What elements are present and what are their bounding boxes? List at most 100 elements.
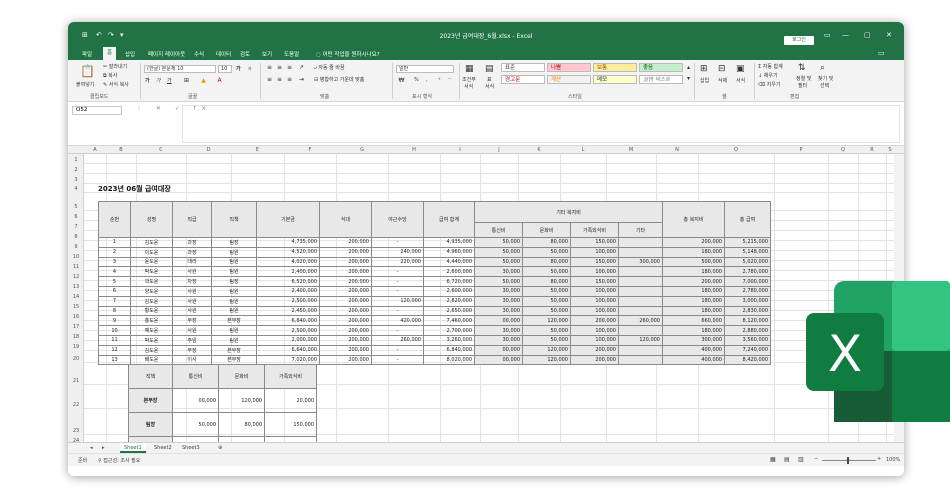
table-cell[interactable]: 200,000 [570,315,619,327]
font-name-dropdown[interactable]: (한글) 본문체 10 [144,65,216,73]
grow-font-button[interactable]: 가 [236,65,241,72]
summary-value-cell[interactable]: 150,000 [264,412,317,437]
row-header-6[interactable]: 6 [68,214,84,220]
column-header-m[interactable]: M [606,147,656,153]
table-cell[interactable]: 대리 [172,256,212,268]
col-header-family-dining[interactable]: 가족외식비 [570,222,619,238]
table-cell[interactable]: 2,400,000 [256,266,320,278]
table-cell[interactable]: 3,260,000 [423,334,475,346]
row-header-14[interactable]: 14 [68,294,84,300]
row-header-8[interactable]: 8 [68,234,84,240]
table-cell[interactable]: - [371,354,424,366]
indent-icon[interactable]: ⇥ [298,76,305,83]
column-header-n[interactable]: N [656,147,698,153]
column-header-h[interactable]: H [388,147,440,153]
sheet-tab-1[interactable]: Sheet1 [120,443,146,453]
summary-value-cell[interactable]: 120,000 [218,388,265,413]
table-cell[interactable]: 김도윤 [130,295,173,307]
table-cell[interactable]: 박도윤 [130,334,173,346]
tab-formulas[interactable]: 수식 [194,50,204,58]
table-cell[interactable]: 7,460,000 [423,315,475,327]
table-cell[interactable]: 180,000 [662,266,725,278]
table-cell[interactable]: 과장 [172,237,212,248]
table-cell[interactable]: 30,000 [474,305,523,317]
zoom-out-icon[interactable]: − [814,456,818,462]
tab-view[interactable]: 보기 [262,50,272,58]
sort-filter-label1[interactable]: 정렬 및 [796,75,811,82]
table-cell[interactable]: 150,000 [570,237,619,248]
conditional-format-label1[interactable]: 조건부 [462,76,476,83]
tab-file[interactable]: 파일 [82,50,92,58]
table-cell[interactable]: 240,000 [371,246,424,258]
table-cell[interactable]: 300,000 [662,334,725,346]
conditional-format-label2[interactable]: 서식 [464,83,473,90]
table-cell[interactable]: 2,700,000 [423,325,475,336]
table-cell[interactable] [618,266,663,278]
row-header-21[interactable]: 21 [68,378,84,384]
zoom-slider[interactable] [822,460,876,461]
accessibility-status[interactable]: ⚲ 접근성: 조사 필요 [98,457,140,464]
table-cell[interactable]: 11 [98,334,131,346]
wrap-text-button[interactable]: ⤶ 자동 줄 바꿈 [314,64,345,71]
zoom-in-icon[interactable]: + [877,456,881,462]
table-cell[interactable]: - [371,344,424,356]
table-cell[interactable]: 30,000 [474,334,523,346]
table-cell[interactable]: 4,735,000 [256,237,320,248]
sheet-title[interactable]: 2023년 06월 급여대장 [98,184,171,194]
table-cell[interactable]: 4,440,000 [423,256,475,268]
conditional-format-icon[interactable]: ▦ [465,64,474,74]
autosum-button[interactable]: Σ 자동 합계 [758,63,783,70]
table-cell[interactable] [618,246,663,258]
table-cell[interactable]: 30,000 [474,266,523,278]
table-cell[interactable]: 6 [98,285,131,297]
column-header-s[interactable]: S [886,147,894,153]
table-cell[interactable] [618,237,663,248]
font-color-icon[interactable]: A [216,77,223,84]
table-cell[interactable]: 80,000 [522,256,571,268]
sheet-tab-2[interactable]: Sheet2 [150,443,176,453]
table-cell[interactable]: 팀원 [211,285,257,297]
fill-button[interactable]: ↓ 채우기 [758,72,778,79]
summary-header-culture[interactable]: 문화비 [218,364,265,389]
table-cell[interactable]: 180,000 [662,325,725,336]
tab-data[interactable]: 데이터 [216,50,231,58]
decrease-decimal-icon[interactable]: ⁻ [446,77,453,84]
table-cell[interactable]: 00,000 [474,315,523,327]
table-cell[interactable]: 팀원 [211,256,257,268]
summary-header-family-dining[interactable]: 가족외식비 [264,364,317,389]
table-cell[interactable]: 8,120,000 [724,315,771,327]
table-cell[interactable]: 50,000 [522,266,571,278]
col-header-meal[interactable]: 식대 [319,201,372,238]
percent-button[interactable]: % [414,77,419,83]
table-cell[interactable]: 팀장 [211,276,257,287]
table-cell[interactable]: 180,000 [662,295,725,307]
column-header-k[interactable]: K [518,147,560,153]
col-header-other-welfare[interactable]: 기타 복지비 [474,201,663,223]
table-cell[interactable]: 예도윤 [130,325,173,336]
tab-help[interactable]: 도움말 [284,50,299,58]
summary-role-cell[interactable]: 팀장 [128,412,173,437]
format-cells-button[interactable]: 서식 [736,77,745,84]
tab-page-layout[interactable]: 페이지 레이아웃 [148,50,185,58]
table-cell[interactable]: 180,000 [662,246,725,258]
column-header-p[interactable]: P [774,147,828,153]
table-cell[interactable]: 3,560,000 [724,334,771,346]
bold-button[interactable]: 가 [145,77,150,84]
table-cell[interactable]: 120,000 [618,334,663,346]
summary-header-role[interactable]: 직책 [128,364,173,389]
styles-more-icon[interactable]: ▾ [685,75,692,82]
table-cell[interactable]: - [371,305,424,317]
table-cell[interactable]: 2,830,000 [724,305,771,317]
col-header-position[interactable]: 직급 [172,201,212,238]
table-cell[interactable]: 200,000 [319,315,372,327]
table-format-label2[interactable]: 서식 [485,83,494,90]
table-cell[interactable]: 100,000 [570,334,619,346]
shrink-font-button[interactable]: 가 [248,66,252,72]
table-cell[interactable]: 박도윤 [130,266,173,278]
table-cell[interactable]: 2,780,000 [724,266,771,278]
style-warning[interactable]: 경고문 [501,75,545,84]
fill-color-icon[interactable]: ▲ [200,77,207,84]
style-note[interactable]: 메모 [593,75,637,84]
table-cell[interactable]: 팀원 [211,246,257,258]
add-sheet-icon[interactable]: ⊕ [214,443,226,453]
